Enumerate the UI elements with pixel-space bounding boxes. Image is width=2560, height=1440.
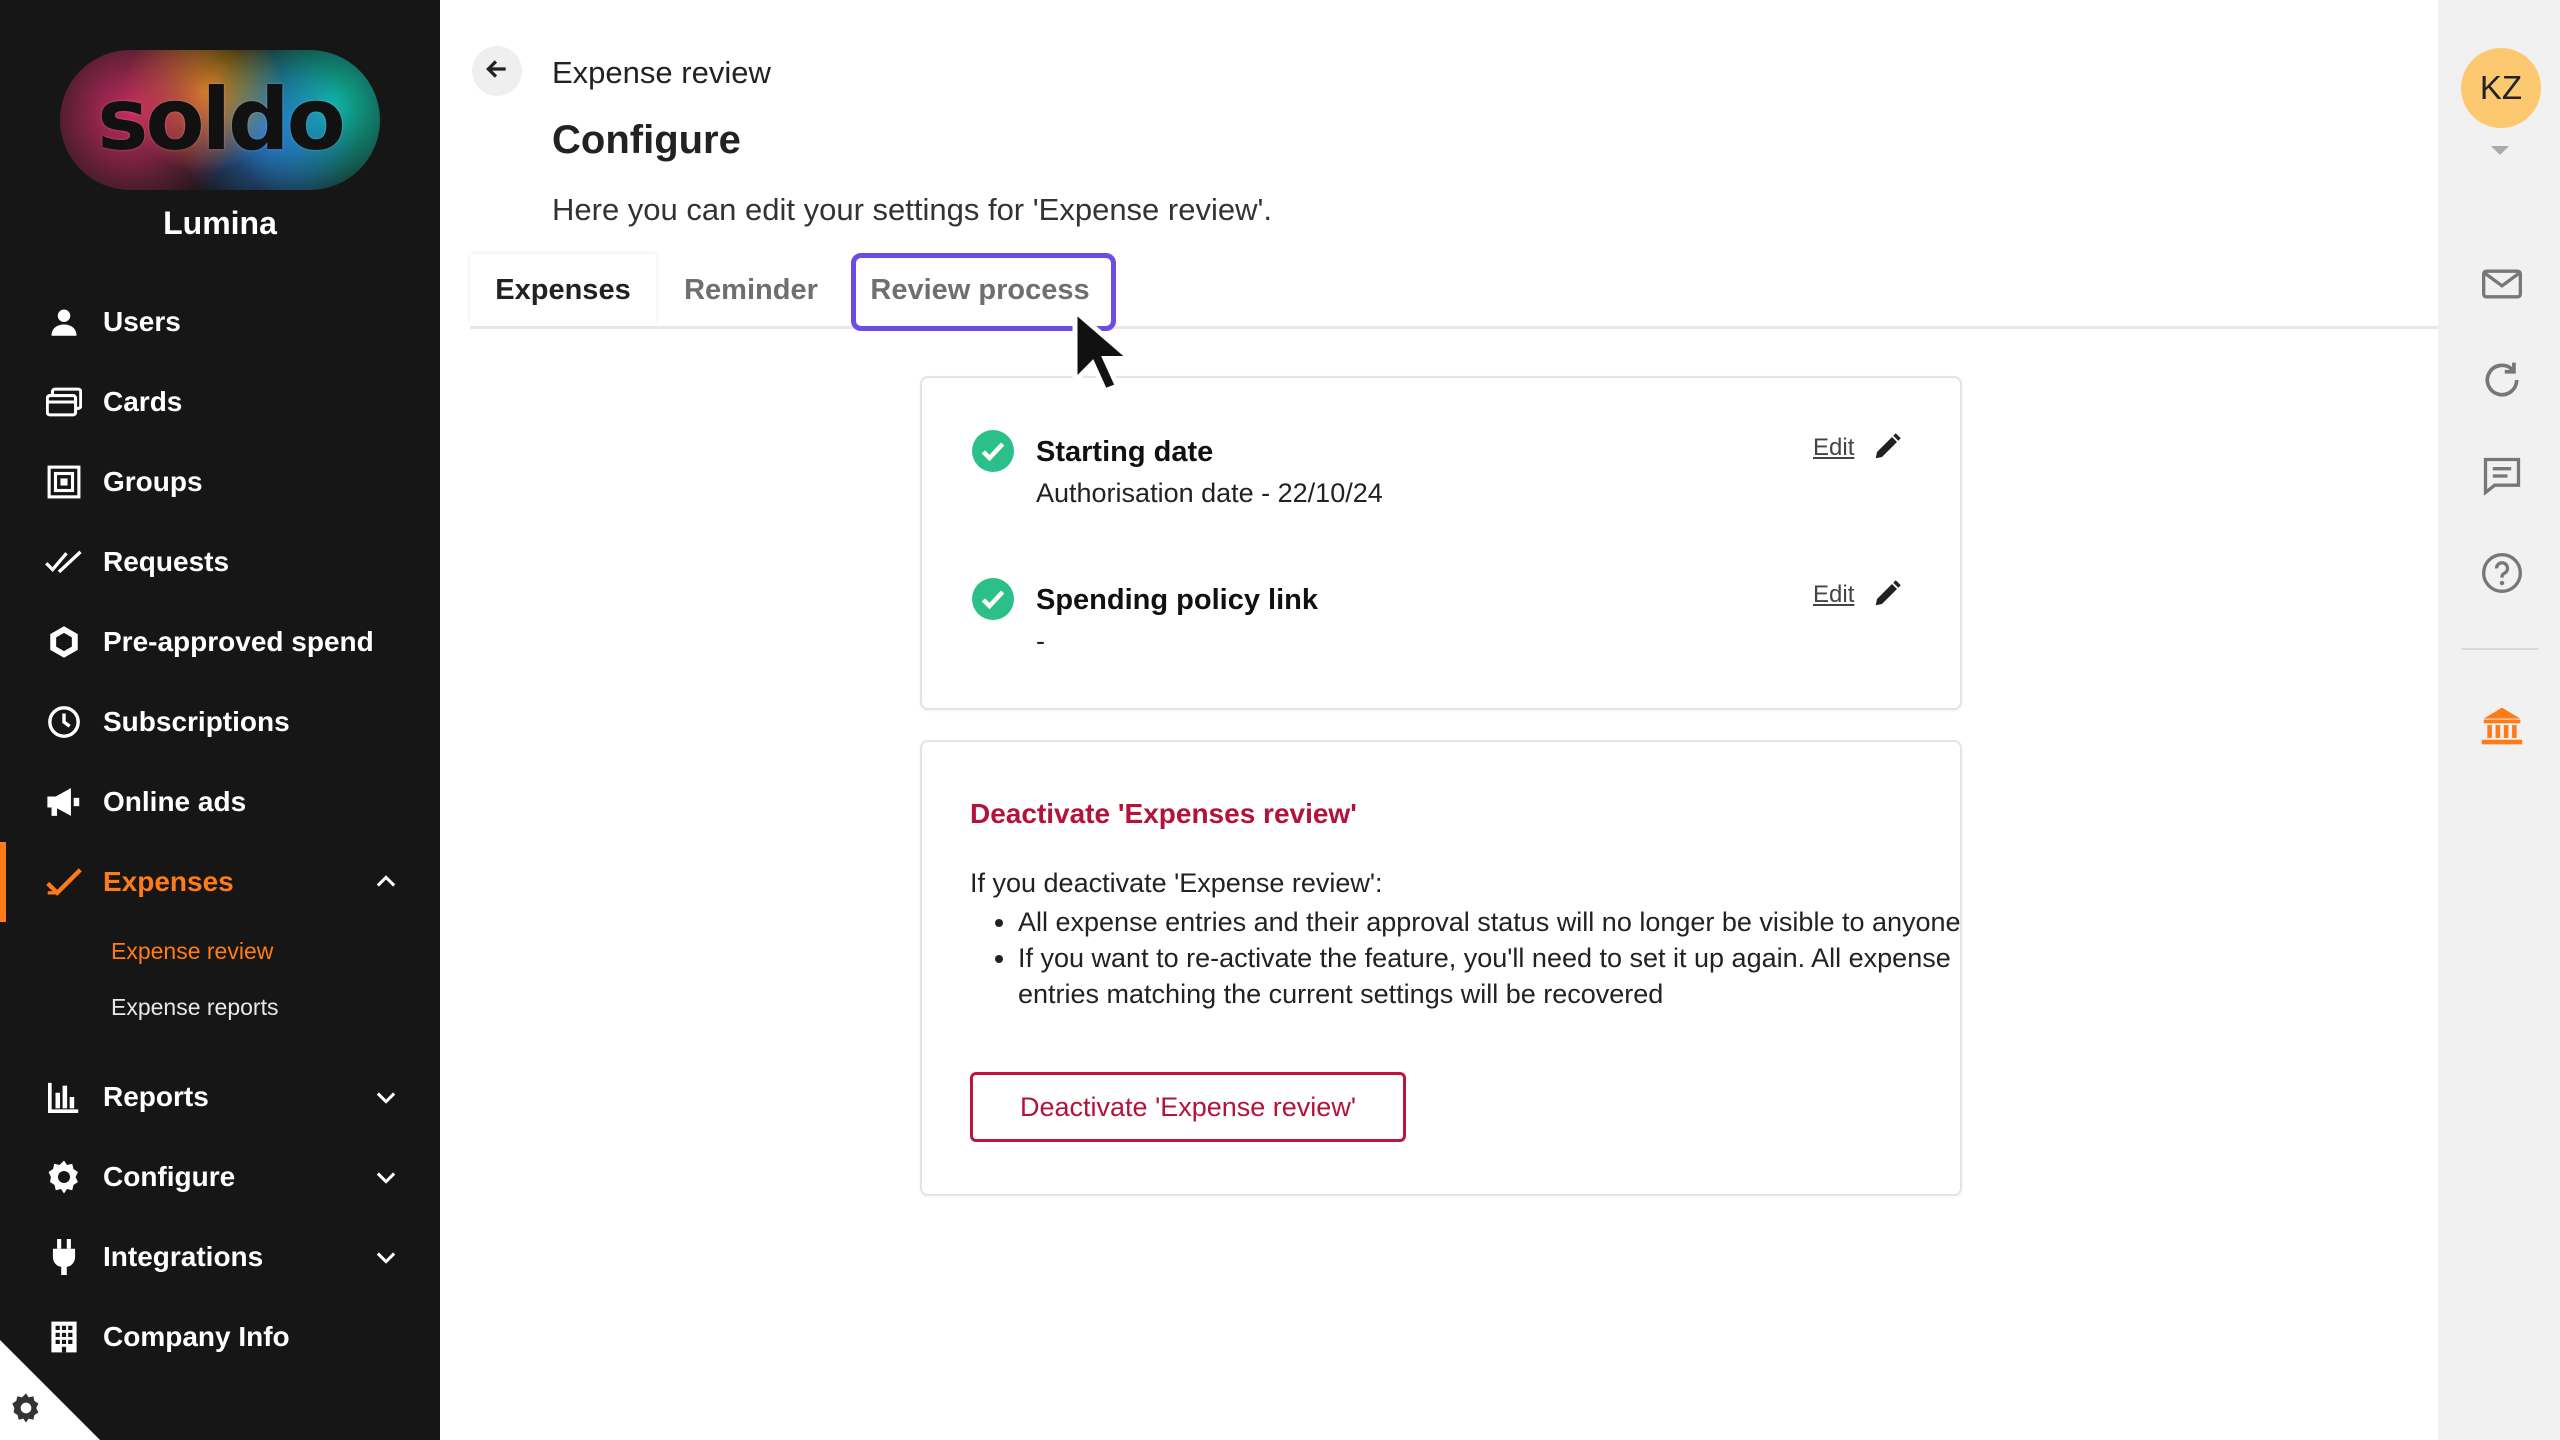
arrow-left-icon <box>484 56 510 87</box>
check-circle-icon <box>972 578 1014 620</box>
sidebar-item-label: Integrations <box>103 1241 264 1272</box>
sidebar-item-requests[interactable]: Requests <box>0 530 440 594</box>
check-circle-icon <box>972 430 1014 472</box>
sidebar-item-label: Reports <box>103 1081 209 1112</box>
sidebar-item-online-ads[interactable]: Online ads <box>0 770 440 834</box>
edit-spending-policy-link[interactable]: Edit <box>1813 581 1854 609</box>
double-check-icon <box>44 542 84 582</box>
list-item: If you want to re-activate the feature, … <box>1018 940 1978 1012</box>
check-icon <box>44 862 84 902</box>
sidebar-subitem-expense-reports[interactable]: Expense reports <box>111 994 278 1021</box>
rail-divider <box>2462 648 2538 650</box>
pencil-icon[interactable] <box>1872 579 1902 609</box>
building-icon <box>44 1317 84 1357</box>
tab-expenses[interactable]: Expenses <box>470 254 656 326</box>
sidebar-item-pre-approved-spend[interactable]: Pre-approved spend <box>0 610 440 674</box>
sidebar-item-label: Subscriptions <box>103 706 290 737</box>
mouse-cursor-icon <box>1070 305 1140 396</box>
chat-icon[interactable] <box>2480 454 2524 498</box>
cards-icon <box>44 382 84 422</box>
logo-text: soldo <box>97 70 345 170</box>
tab-bar: Expenses Reminder Review process <box>470 254 2438 329</box>
page-subtitle: Here you can edit your settings for 'Exp… <box>552 192 1273 227</box>
deactivate-title: Deactivate 'Expenses review' <box>970 798 1357 829</box>
tab-underline <box>470 326 2438 329</box>
chevron-up-icon <box>372 868 400 896</box>
pencil-icon[interactable] <box>1872 432 1902 462</box>
page-title: Configure <box>552 118 741 162</box>
sidebar-item-groups[interactable]: Groups <box>0 450 440 514</box>
sidebar: soldo Lumina Users Cards Groups Requests… <box>0 0 440 1440</box>
refresh-icon[interactable] <box>2480 358 2524 402</box>
sidebar-item-label: Configure <box>103 1161 236 1192</box>
avatar[interactable]: KZ <box>2461 48 2541 128</box>
sidebar-item-configure[interactable]: Configure <box>0 1145 440 1209</box>
sidebar-item-label: Cards <box>103 386 183 417</box>
starting-date-value: Authorisation date - 22/10/24 <box>1036 478 1383 508</box>
soldo-logo[interactable]: soldo <box>60 50 380 190</box>
main-content: Expense review Configure Here you can ed… <box>440 0 2438 1440</box>
sidebar-item-users[interactable]: Users <box>0 290 440 354</box>
chevron-down-icon <box>372 1083 400 1111</box>
sidebar-item-cards[interactable]: Cards <box>0 370 440 434</box>
sidebar-item-subscriptions[interactable]: Subscriptions <box>0 690 440 754</box>
bar-chart-icon <box>44 1077 84 1117</box>
starting-date-title: Starting date <box>1036 436 1214 468</box>
mail-icon[interactable] <box>2480 262 2524 306</box>
spending-policy-link-value: - <box>1036 626 1045 656</box>
sidebar-item-label: Pre-approved spend <box>103 626 374 657</box>
right-rail: KZ <box>2438 0 2560 1440</box>
megaphone-icon <box>44 782 84 822</box>
clock-icon <box>44 702 84 742</box>
deactivate-card: Deactivate 'Expenses review' If you deac… <box>920 740 1962 1196</box>
user-icon <box>44 302 84 342</box>
caret-down-icon[interactable] <box>2489 144 2511 158</box>
deactivate-button[interactable]: Deactivate 'Expense review' <box>970 1072 1406 1142</box>
spending-policy-link-title: Spending policy link <box>1036 584 1318 616</box>
sidebar-item-integrations[interactable]: Integrations <box>0 1225 440 1289</box>
hexagon-icon <box>44 622 84 662</box>
sidebar-item-company-info[interactable]: Company Info <box>0 1305 440 1369</box>
settings-gear-icon[interactable] <box>10 1392 48 1430</box>
sidebar-item-label: Users <box>103 306 181 337</box>
sidebar-item-reports[interactable]: Reports <box>0 1065 440 1129</box>
organization-name: Lumina <box>163 205 277 241</box>
sidebar-item-label: Company Info <box>103 1321 290 1352</box>
gear-icon <box>44 1157 84 1197</box>
edit-starting-date-link[interactable]: Edit <box>1813 434 1854 462</box>
settings-card: Starting date Authorisation date - 22/10… <box>920 376 1962 710</box>
sidebar-subitem-expense-review[interactable]: Expense review <box>111 938 273 965</box>
groups-icon <box>44 462 84 502</box>
breadcrumb: Expense review <box>552 55 771 90</box>
list-item: All expense entries and their approval s… <box>1018 904 1978 940</box>
bank-icon[interactable] <box>2480 704 2524 748</box>
sidebar-item-label: Requests <box>103 546 230 577</box>
back-button[interactable] <box>472 46 522 96</box>
plug-icon <box>44 1237 84 1277</box>
sidebar-item-label: Expenses <box>103 866 234 897</box>
deactivate-intro: If you deactivate 'Expense review': <box>970 868 1383 898</box>
deactivate-consequences-list: All expense entries and their approval s… <box>970 904 1978 1012</box>
sidebar-item-label: Online ads <box>103 786 247 817</box>
chevron-down-icon <box>372 1243 400 1271</box>
sidebar-item-label: Groups <box>103 466 203 497</box>
tab-reminder[interactable]: Reminder <box>656 254 846 326</box>
help-icon[interactable] <box>2480 551 2524 595</box>
sidebar-item-expenses[interactable]: Expenses <box>0 850 440 914</box>
chevron-down-icon <box>372 1163 400 1191</box>
